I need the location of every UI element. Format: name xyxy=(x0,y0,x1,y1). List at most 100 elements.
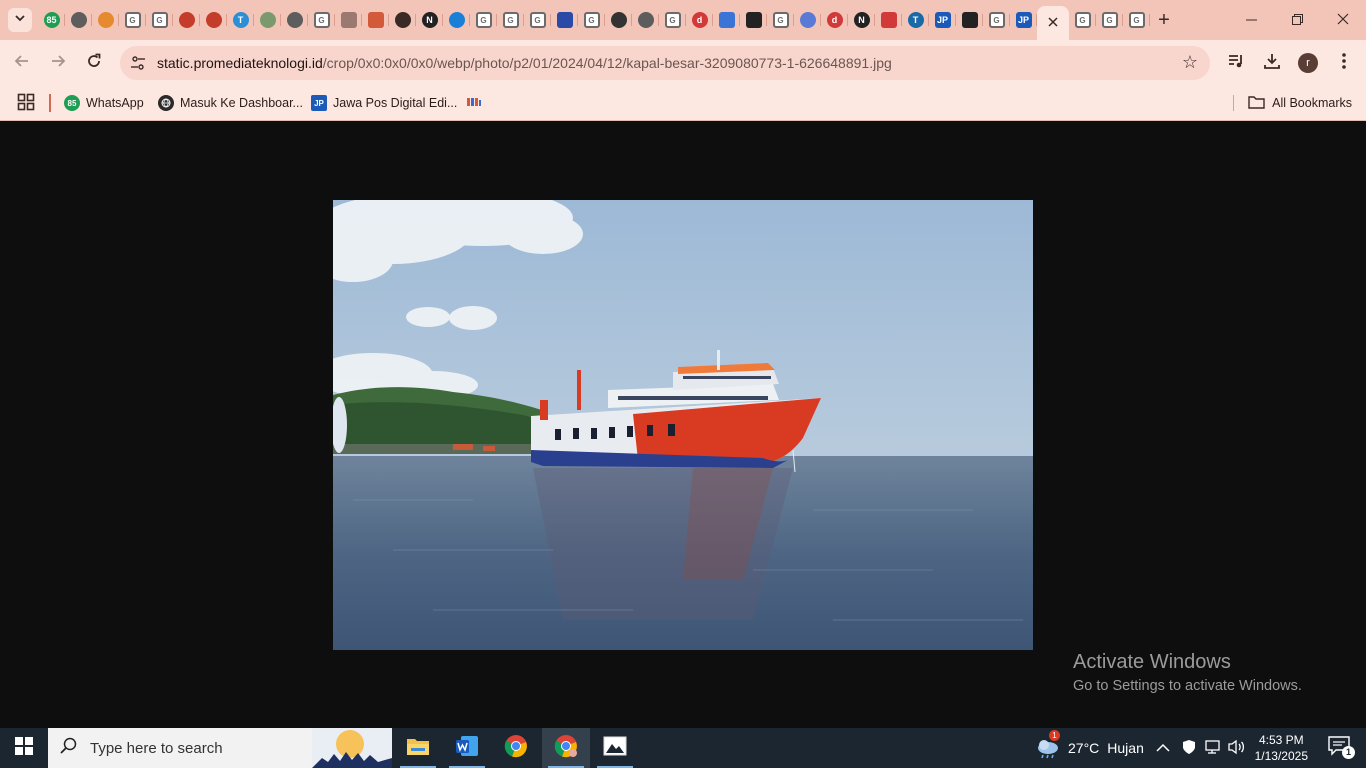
browser-tab-9[interactable] xyxy=(281,6,308,34)
taskbar-clock[interactable]: 4:53 PM 1/13/2025 xyxy=(1255,732,1308,764)
taskbar-chrome[interactable] xyxy=(492,728,540,768)
bookmark-label: Jawa Pos Digital Edi... xyxy=(333,96,458,110)
downloads-button[interactable] xyxy=(1258,49,1286,77)
taskbar-word[interactable] xyxy=(443,728,491,768)
all-bookmarks-button[interactable]: All Bookmarks xyxy=(1248,92,1352,114)
bookmark-dashboard[interactable]: Masuk Ke Dashboar... xyxy=(158,92,303,114)
restore-button[interactable] xyxy=(1274,0,1320,40)
browser-tab-18[interactable]: G xyxy=(524,6,551,34)
action-center-button[interactable]: 1 xyxy=(1328,736,1355,760)
browser-tab-21[interactable] xyxy=(605,6,632,34)
forward-button[interactable] xyxy=(44,49,72,77)
browser-tab-17[interactable]: G xyxy=(497,6,524,34)
browser-tab-7[interactable]: T xyxy=(227,6,254,34)
browser-tab-25[interactable] xyxy=(713,6,740,34)
bookmark-whatsapp[interactable]: 85 WhatsApp xyxy=(64,92,144,114)
new-tab-button[interactable]: + xyxy=(1150,6,1178,34)
taskbar-photos[interactable] xyxy=(591,728,639,768)
browser-tab-1[interactable] xyxy=(65,6,92,34)
browser-tab-14[interactable]: N xyxy=(416,6,443,34)
browser-tab-15[interactable] xyxy=(443,6,470,34)
browser-tab-23[interactable]: G xyxy=(659,6,686,34)
google-icon: G xyxy=(151,12,168,28)
reload-button[interactable] xyxy=(80,49,108,77)
address-bar[interactable]: static.promediateknologi.id/crop/0x0:0x0… xyxy=(120,46,1210,80)
site-info-icon[interactable] xyxy=(128,53,148,73)
browser-tab-trailing-1[interactable]: G xyxy=(1096,6,1123,34)
browser-tab-29[interactable]: d xyxy=(821,6,848,34)
browser-tab-0[interactable]: 85 xyxy=(38,6,65,34)
clock-date: 1/13/2025 xyxy=(1254,749,1308,763)
bookmark-jpnn[interactable] xyxy=(466,92,482,114)
browser-tab-13[interactable] xyxy=(389,6,416,34)
browser-tab-32[interactable]: T xyxy=(902,6,929,34)
minimize-icon xyxy=(1245,12,1257,28)
browser-tab-20[interactable]: G xyxy=(578,6,605,34)
tray-network-button[interactable] xyxy=(1204,728,1222,768)
profile-button[interactable]: r xyxy=(1294,49,1322,77)
browser-tab-3[interactable]: G xyxy=(119,6,146,34)
bookmarks-divider xyxy=(1233,95,1234,111)
taskbar-search-box[interactable]: Type here to search xyxy=(48,728,392,768)
browser-tab-12[interactable] xyxy=(362,6,389,34)
tray-security-button[interactable] xyxy=(1181,728,1197,768)
browser-tab-trailing-2[interactable]: G xyxy=(1123,6,1150,34)
close-tab-icon[interactable] xyxy=(1048,14,1058,32)
browser-tab-16[interactable]: G xyxy=(470,6,497,34)
back-button[interactable] xyxy=(8,49,36,77)
browser-tab-19[interactable] xyxy=(551,6,578,34)
media-controls-button[interactable] xyxy=(1222,49,1250,77)
speaker-icon xyxy=(394,12,411,28)
browser-tab-27[interactable]: G xyxy=(767,6,794,34)
close-icon xyxy=(1337,12,1349,28)
weather-description: Hujan xyxy=(1107,740,1144,756)
tab-search-button[interactable] xyxy=(8,8,32,32)
browser-tab-active[interactable] xyxy=(1037,6,1069,40)
google-icon: G xyxy=(124,12,141,28)
chevron-up-icon xyxy=(1156,740,1170,756)
browser-tab-26[interactable] xyxy=(740,6,767,34)
n-icon: N xyxy=(421,12,438,28)
oo-icon xyxy=(745,12,762,28)
browser-tab-6[interactable] xyxy=(200,6,227,34)
browser-tab-4[interactable]: G xyxy=(146,6,173,34)
browser-tab-2[interactable] xyxy=(92,6,119,34)
browser-tab-24[interactable]: d xyxy=(686,6,713,34)
start-button[interactable] xyxy=(0,728,48,768)
close-window-button[interactable] xyxy=(1320,0,1366,40)
browser-tab-33[interactable]: JP xyxy=(929,6,956,34)
google-icon: G xyxy=(583,12,600,28)
bookmark-jawa-pos[interactable]: JP Jawa Pos Digital Edi... xyxy=(311,92,457,114)
minimize-button[interactable] xyxy=(1228,0,1274,40)
browser-tab-34[interactable] xyxy=(956,6,983,34)
weather-widget[interactable]: 1 27°C Hujan xyxy=(1036,728,1144,768)
ferry-ship-image xyxy=(333,200,1033,650)
browser-tab-30[interactable]: N xyxy=(848,6,875,34)
google-icon: G xyxy=(1101,12,1118,28)
t-circle-icon: T xyxy=(907,12,924,28)
browser-tab-10[interactable]: G xyxy=(308,6,335,34)
apps-button[interactable] xyxy=(17,93,35,116)
bookmark-star-icon[interactable]: ☆ xyxy=(1182,52,1198,73)
browser-tab-5[interactable] xyxy=(173,6,200,34)
ferry-photo[interactable] xyxy=(333,200,1033,650)
browser-tab-36[interactable]: JP xyxy=(1010,6,1037,34)
show-hidden-icons-button[interactable] xyxy=(1156,728,1170,768)
browser-tab-11[interactable] xyxy=(335,6,362,34)
browser-tab-35[interactable]: G xyxy=(983,6,1010,34)
chrome-icon xyxy=(504,734,528,763)
taskbar-file-explorer[interactable] xyxy=(394,728,442,768)
taskbar-chrome-profile[interactable] xyxy=(542,728,590,768)
browser-tab-22[interactable] xyxy=(632,6,659,34)
activate-subtitle: Go to Settings to activate Windows. xyxy=(1073,678,1302,694)
google-icon: G xyxy=(475,12,492,28)
browser-tab-trailing-0[interactable]: G xyxy=(1069,6,1096,34)
browser-tab-28[interactable] xyxy=(794,6,821,34)
media-queue-icon xyxy=(1227,52,1245,75)
shield-icon xyxy=(178,12,195,28)
browser-menu-button[interactable] xyxy=(1330,49,1358,77)
tray-volume-button[interactable] xyxy=(1228,728,1246,768)
browser-tab-8[interactable] xyxy=(254,6,281,34)
browser-tab-31[interactable] xyxy=(875,6,902,34)
arrow-left-icon xyxy=(14,53,30,74)
